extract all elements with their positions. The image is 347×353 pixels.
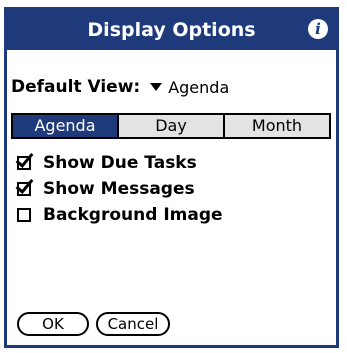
checkbox-unchecked-icon[interactable] [17, 208, 31, 222]
dialog-buttons: OK Cancel [17, 312, 170, 336]
option-label: Show Messages [43, 179, 195, 199]
cancel-button[interactable]: Cancel [96, 312, 170, 336]
options-list: Show Due Tasks Show Messages Background … [17, 150, 223, 228]
tab-agenda[interactable]: Agenda [13, 115, 117, 137]
ok-button[interactable]: OK [17, 312, 89, 336]
display-options-dialog: Display Options i Default View: Agenda A… [4, 7, 339, 348]
default-view-dropdown[interactable]: Agenda [150, 78, 229, 97]
option-background-image[interactable]: Background Image [17, 202, 223, 228]
dropdown-triangle-icon [150, 83, 163, 91]
option-label: Show Due Tasks [43, 153, 197, 173]
default-view-row: Default View: Agenda [11, 77, 229, 97]
option-label: Background Image [43, 205, 223, 225]
default-view-value: Agenda [168, 77, 230, 97]
tab-month[interactable]: Month [223, 115, 329, 137]
dialog-titlebar: Display Options i [7, 10, 336, 50]
option-show-messages[interactable]: Show Messages [17, 176, 223, 202]
tab-day[interactable]: Day [117, 115, 223, 137]
view-tabs: Agenda Day Month [11, 113, 331, 139]
checkbox-checked-icon[interactable] [17, 182, 31, 196]
option-show-due-tasks[interactable]: Show Due Tasks [17, 150, 223, 176]
default-view-label: Default View: [11, 77, 141, 97]
info-icon[interactable]: i [308, 19, 328, 39]
checkbox-checked-icon[interactable] [17, 156, 31, 170]
dialog-title: Display Options [87, 19, 256, 41]
